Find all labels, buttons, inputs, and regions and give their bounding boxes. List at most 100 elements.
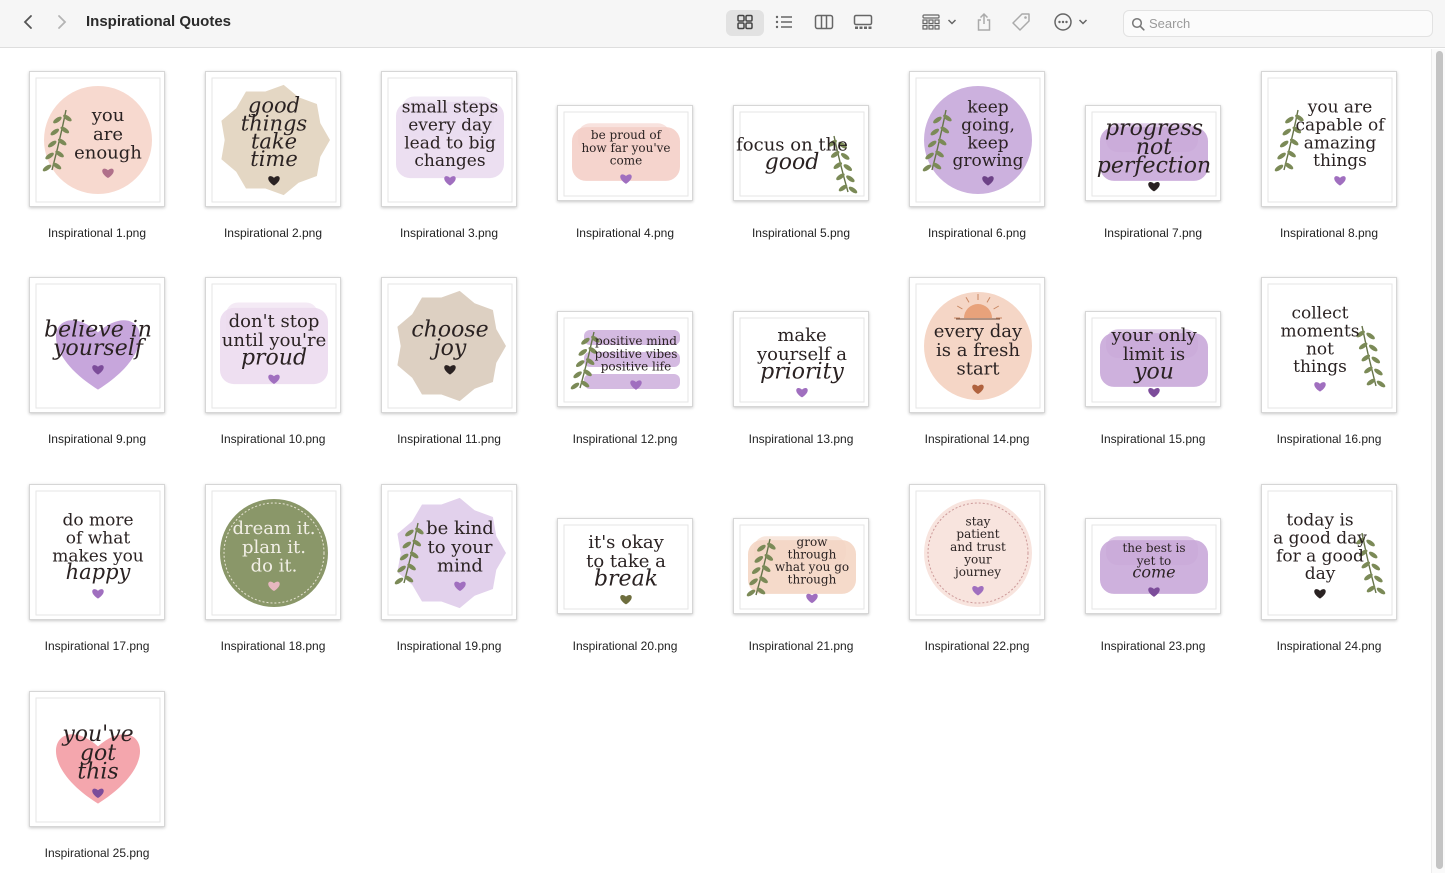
file-item[interactable]: it's okay to take a break Inspirational 20.… (540, 476, 710, 666)
file-name-label[interactable]: Inspirational 25.png (12, 846, 182, 860)
file-thumbnail[interactable]: focus on the good (733, 105, 869, 201)
file-thumbnail[interactable]: dream it. plan it. do it. (205, 484, 341, 620)
file-thumbnail[interactable]: be kind to your mind (381, 484, 517, 620)
file-name-label[interactable]: Inspirational 15.png (1068, 432, 1238, 446)
icon-view-button[interactable] (731, 7, 759, 37)
file-name-label[interactable]: Inspirational 23.png (1068, 639, 1238, 653)
file-item[interactable]: dream it. plan it. do it. Inspirational 18.… (188, 476, 358, 666)
file-name-label[interactable]: Inspirational 13.png (716, 432, 886, 446)
file-thumbnail[interactable]: progress not perfection (1085, 105, 1221, 201)
file-thumbnail[interactable]: choose joy (381, 277, 517, 413)
search-input[interactable] (1149, 11, 1429, 36)
quote-image: be kindto yourmind (387, 490, 513, 616)
quote-line: things (1293, 357, 1347, 377)
file-thumbnail[interactable]: do more of what makes you happy (29, 484, 165, 620)
file-name-label[interactable]: Inspirational 8.png (1244, 226, 1414, 240)
file-name-label[interactable]: Inspirational 7.png (1068, 226, 1238, 240)
file-name-label[interactable]: Inspirational 16.png (1244, 432, 1414, 446)
file-name-label[interactable]: Inspirational 19.png (364, 639, 534, 653)
search-field[interactable] (1123, 10, 1433, 37)
file-name-label[interactable]: Inspirational 2.png (188, 226, 358, 240)
file-name-label[interactable]: Inspirational 22.png (892, 639, 1062, 653)
file-thumbnail[interactable]: every day is a fresh start (909, 277, 1045, 413)
scroll-thumb[interactable] (1436, 51, 1443, 869)
file-item[interactable]: grow through what you go through Inspiration… (716, 476, 886, 666)
quote-line: come (610, 153, 642, 167)
file-thumbnail[interactable]: you've got this (29, 691, 165, 827)
file-item[interactable]: focus on the good Inspirational 5.png (716, 63, 886, 253)
file-item[interactable]: choose joy Inspirational 11.png (364, 269, 534, 459)
file-item[interactable]: small steps every day lead to big changes In… (364, 63, 534, 253)
file-item[interactable]: you are enough Inspirational 1.png (12, 63, 182, 253)
quote-line: dream it. (232, 518, 315, 539)
back-button[interactable] (16, 7, 40, 37)
file-name-label[interactable]: Inspirational 14.png (892, 432, 1062, 446)
file-thumbnail[interactable]: keep going, keep growing (909, 71, 1045, 207)
file-item[interactable]: good things take time Inspirational 2.png (188, 63, 358, 253)
file-name-label[interactable]: Inspirational 12.png (540, 432, 710, 446)
file-thumbnail[interactable]: be proud of how far you've come (557, 105, 693, 201)
file-item[interactable]: be proud of how far you've come Inspiration… (540, 63, 710, 253)
share-button[interactable] (971, 7, 997, 37)
file-name-label[interactable]: Inspirational 10.png (188, 432, 358, 446)
file-name-label[interactable]: Inspirational 9.png (12, 432, 182, 446)
file-thumbnail[interactable]: don't stop until you're proud (205, 277, 341, 413)
file-item[interactable]: progress not perfection Inspirational 7.png (1068, 63, 1238, 253)
list-view-button[interactable] (770, 7, 798, 37)
file-thumbnail[interactable]: you are capable of amazing things (1261, 71, 1397, 207)
file-item[interactable]: collect moments not things Inspirational 16.… (1244, 269, 1414, 459)
file-item[interactable]: believe in yourself Inspirational 9.png (12, 269, 182, 459)
file-item[interactable]: do more of what makes you happy Inspirationa… (12, 476, 182, 666)
file-thumbnail[interactable]: collect moments not things (1261, 277, 1397, 413)
file-thumbnail[interactable]: small steps every day lead to big changes (381, 71, 517, 207)
file-thumbnail[interactable]: good things take time (205, 71, 341, 207)
quote-line: joy (429, 336, 467, 361)
group-by-button[interactable] (918, 7, 960, 37)
file-thumbnail[interactable]: the best is yet to come (1085, 518, 1221, 614)
file-item[interactable]: today is a good day for a good day Inspirati… (1244, 476, 1414, 666)
file-item[interactable]: stay patient and trust your journey Inspirati… (892, 476, 1062, 666)
file-thumbnail[interactable]: make yourself a priority (733, 311, 869, 407)
chevron-down-icon (947, 19, 957, 25)
more-actions-button[interactable] (1050, 7, 1090, 37)
gallery-view-icon (853, 14, 873, 29)
file-thumbnail[interactable]: today is a good day for a good day (1261, 484, 1397, 620)
file-item[interactable]: make yourself a priority Inspirational 13.p… (716, 269, 886, 459)
file-thumbnail[interactable]: it's okay to take a break (557, 518, 693, 614)
file-item[interactable]: be kind to your mind Inspirational 19.png (364, 476, 534, 666)
column-view-button[interactable] (810, 7, 838, 37)
chevron-left-icon (23, 15, 32, 29)
file-name-label[interactable]: Inspirational 1.png (12, 226, 182, 240)
file-item[interactable]: you are capable of amazing things Inspiratio… (1244, 63, 1414, 253)
file-name-label[interactable]: Inspirational 17.png (12, 639, 182, 653)
quote-image: growthroughwhat you gothrough (739, 524, 865, 610)
quote-line: be kind (426, 518, 494, 539)
vertical-scrollbar[interactable] (1431, 49, 1445, 873)
file-name-label[interactable]: Inspirational 4.png (540, 226, 710, 240)
file-thumbnail[interactable]: stay patient and trust your journey (909, 484, 1045, 620)
file-item[interactable]: you've got this Inspirational 25.png (12, 683, 182, 873)
file-thumbnail[interactable]: you are enough (29, 71, 165, 207)
file-name-label[interactable]: Inspirational 3.png (364, 226, 534, 240)
file-name-label[interactable]: Inspirational 11.png (364, 432, 534, 446)
file-thumbnail[interactable]: grow through what you go through (733, 518, 869, 614)
gallery-view-button[interactable] (849, 7, 877, 37)
file-item[interactable]: your only limit is you Inspirational 15.png (1068, 269, 1238, 459)
file-thumbnail[interactable]: believe in yourself (29, 277, 165, 413)
file-name-label[interactable]: Inspirational 20.png (540, 639, 710, 653)
forward-button[interactable] (50, 7, 74, 37)
file-name-label[interactable]: Inspirational 24.png (1244, 639, 1414, 653)
file-item[interactable]: positive mind positive vibes positive life… (540, 269, 710, 459)
file-name-label[interactable]: Inspirational 5.png (716, 226, 886, 240)
tag-button[interactable] (1008, 7, 1034, 37)
file-name-label[interactable]: Inspirational 21.png (716, 639, 886, 653)
file-item[interactable]: don't stop until you're proud Inspirational… (188, 269, 358, 459)
file-name-label[interactable]: Inspirational 18.png (188, 639, 358, 653)
file-item[interactable]: every day is a fresh start Inspirational 14… (892, 269, 1062, 459)
file-item[interactable]: the best is yet to come Inspirational 23.pn… (1068, 476, 1238, 666)
quote-line: day (1305, 564, 1336, 584)
file-thumbnail[interactable]: positive mind positive vibes positive life (557, 311, 693, 407)
file-item[interactable]: keep going, keep growing Inspirational 6.png (892, 63, 1062, 253)
file-name-label[interactable]: Inspirational 6.png (892, 226, 1062, 240)
file-thumbnail[interactable]: your only limit is you (1085, 311, 1221, 407)
